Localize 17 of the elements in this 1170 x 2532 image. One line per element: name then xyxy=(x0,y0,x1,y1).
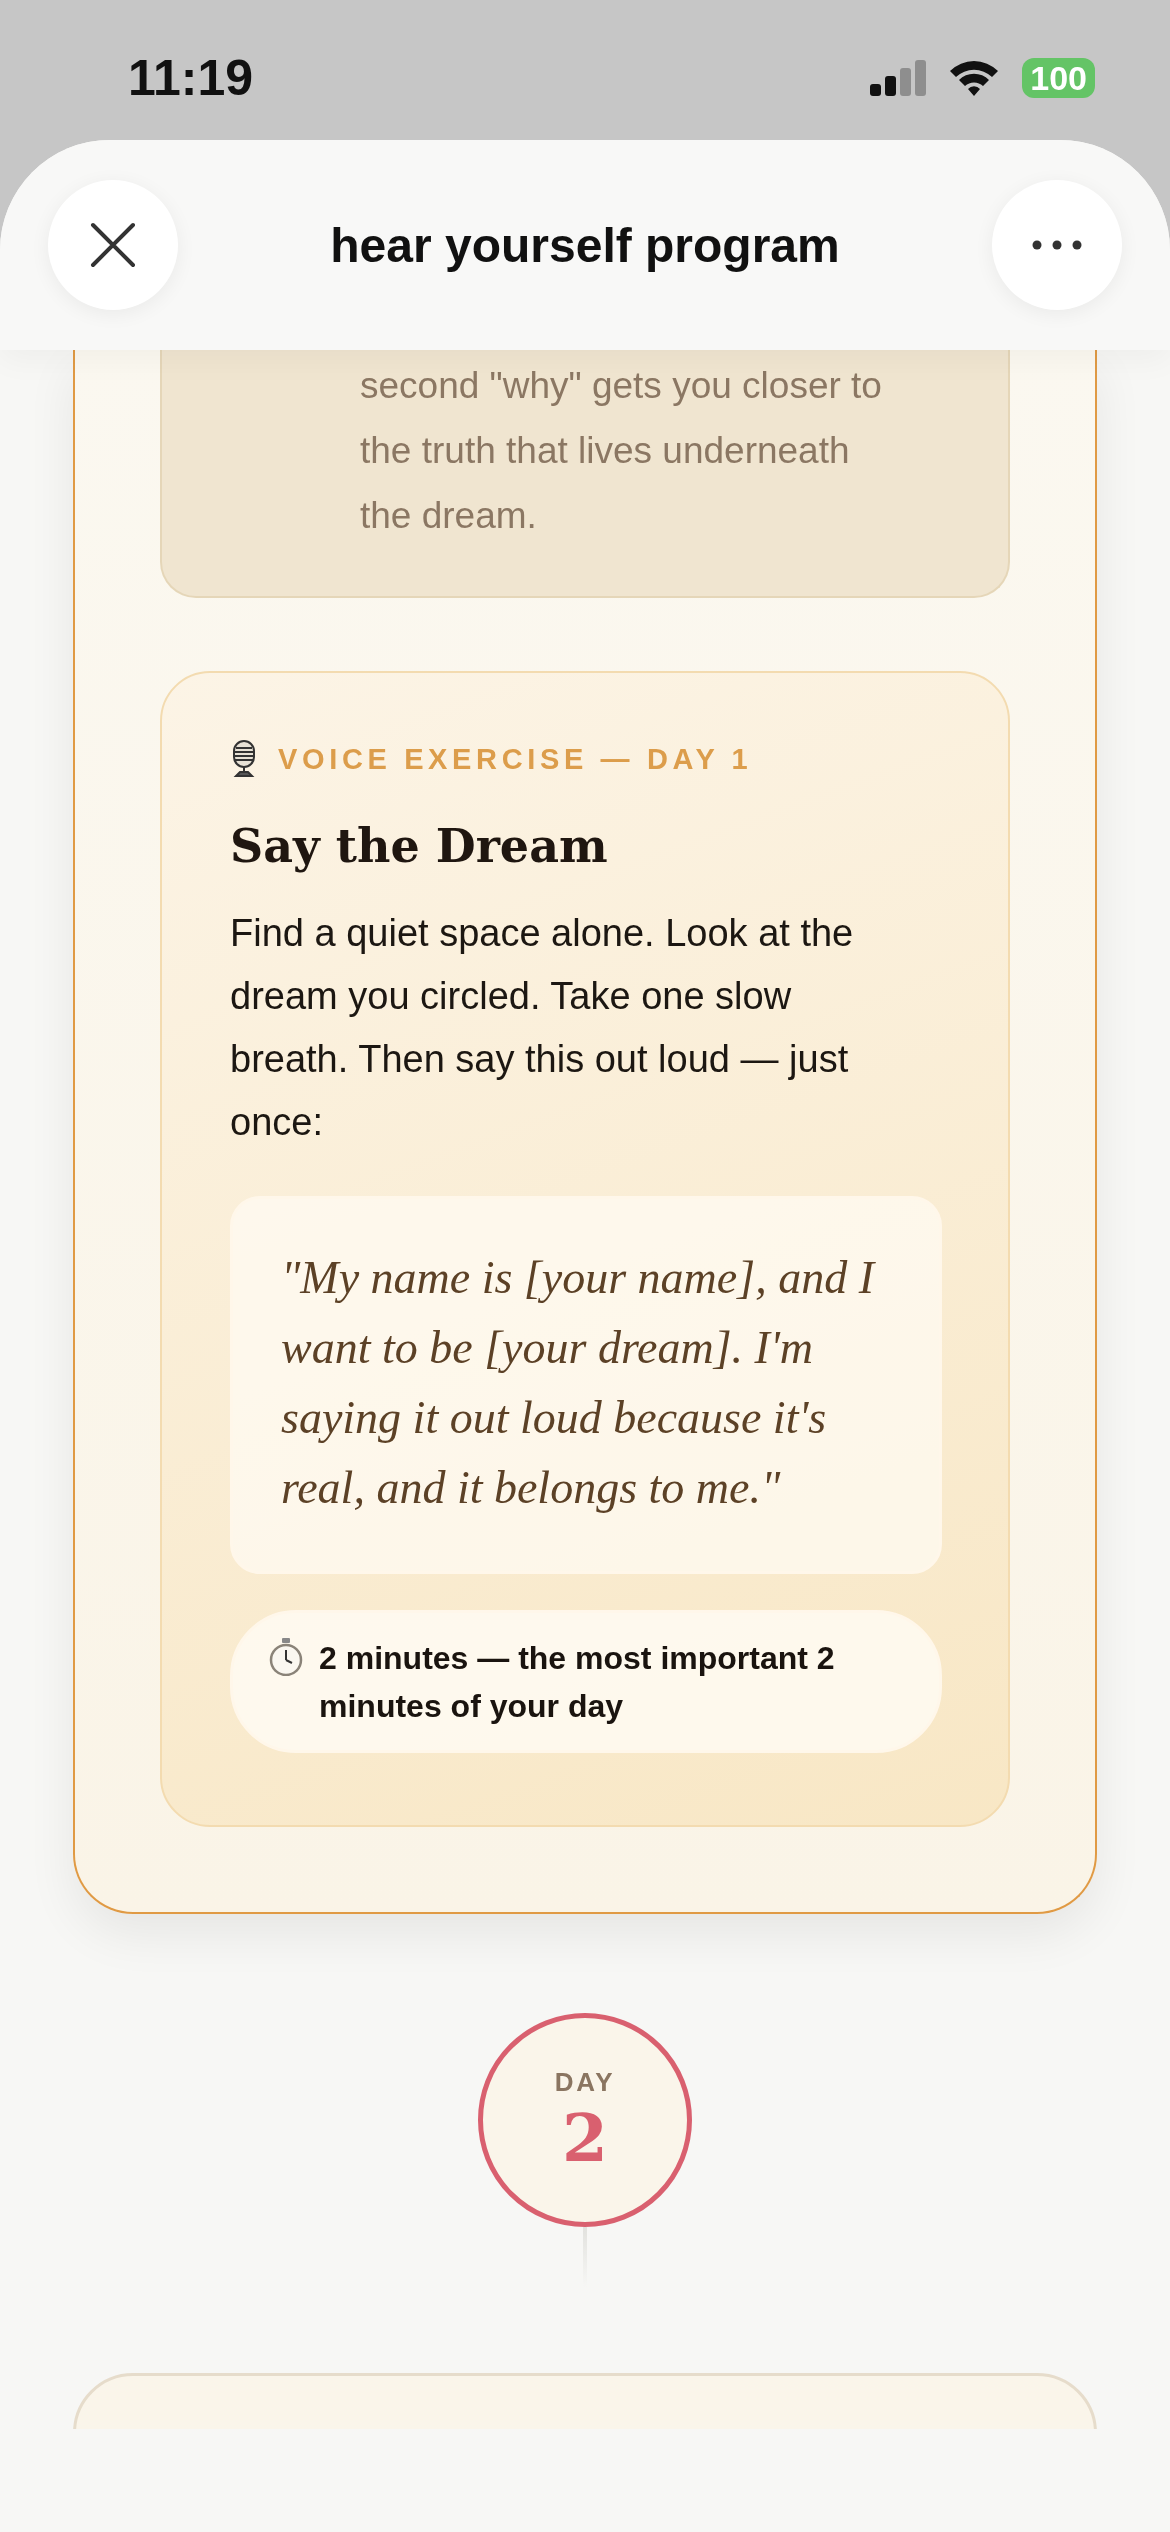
battery-icon: 100 xyxy=(1022,58,1095,98)
day-label: DAY xyxy=(554,2066,616,2098)
more-icon xyxy=(1032,240,1082,250)
quote-text: "My name is [your name], and I want to be [your dream]. I'm saying it out loud because it's real, and it belongs to me." xyxy=(281,1251,877,1515)
wifi-icon xyxy=(948,59,1001,97)
exercise-text: Find a quiet space alone. Look at the dream you circled. Take one slow breath. Then say this out loud — just once: xyxy=(230,911,855,1145)
day-number: 2 xyxy=(562,2101,608,2174)
close-icon xyxy=(90,222,136,268)
microphone-icon xyxy=(230,740,258,778)
exercise-title: Say the Dream xyxy=(230,818,609,875)
sheet-title: hear yourself program xyxy=(330,217,840,273)
signal-icon xyxy=(870,60,927,96)
status-time: 11:19 xyxy=(128,52,254,104)
timer-text: 2 minutes — the most important 2 minutes of your day xyxy=(319,1639,836,1726)
stopwatch-icon xyxy=(269,1638,303,1676)
note-text: second "why" gets you closer to the truth that lives underneath the dream. xyxy=(360,364,883,538)
exercise-label: VOICE EXERCISE — DAY 1 xyxy=(278,742,753,776)
